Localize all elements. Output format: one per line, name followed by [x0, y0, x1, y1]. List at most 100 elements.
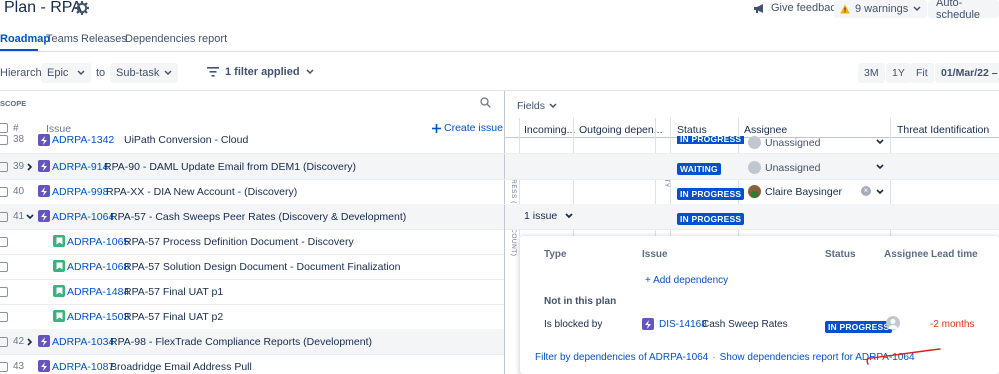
issue-summary: RPA-XX - DIA New Account - (Discovery)	[106, 186, 298, 198]
table-row[interactable]: ADRPA-1068 RPA-57 Solution Design Docume…	[0, 254, 504, 279]
story-icon	[53, 235, 65, 247]
status-cell[interactable]: IN PROGRESS	[677, 186, 745, 200]
table-row[interactable]: 42 ADRPA-1034 RPA-98 - FlexTrade Complia…	[0, 329, 504, 354]
epic-icon	[38, 360, 50, 372]
incoming-dependency-button[interactable]: 1 issue	[524, 210, 573, 222]
hierarchy-from-select[interactable]: Epic	[41, 63, 91, 83]
chevron-down-icon[interactable]	[876, 164, 884, 170]
add-dependency-button[interactable]: + Add dependency	[645, 275, 728, 286]
status-cell[interactable]: IN PROGRESS	[677, 136, 745, 144]
epic-icon	[38, 185, 50, 197]
table-row[interactable]: 43 ADRPA-1087 Broadridge Email Address P…	[0, 354, 504, 374]
chevron-down-icon[interactable]	[26, 214, 34, 220]
search-icon[interactable]	[480, 97, 491, 111]
status-cell[interactable]: IN PROGRESS	[677, 211, 745, 225]
auto-schedule-button[interactable]: Auto-schedule	[928, 0, 999, 21]
column-threat-header[interactable]: Threat Identification	[897, 124, 989, 136]
avatar-icon	[748, 161, 761, 174]
row-checkbox[interactable]	[0, 162, 8, 172]
tabs-divider	[0, 51, 999, 52]
chevron-down-icon	[549, 103, 557, 109]
issue-key-link[interactable]: ADRPA-1065	[67, 236, 129, 248]
table-row[interactable]: 41 ADRPA-1064 RPA-57 - Cash Sweeps Peer …	[0, 204, 504, 229]
row-checkbox[interactable]	[0, 237, 8, 247]
chevron-down-icon	[77, 70, 85, 76]
filter-by-dependencies-link[interactable]: Filter by dependencies of ADRPA-1064	[535, 352, 708, 363]
table-row[interactable]: ADRPA-1503 RPA-57 Final UAT p2	[0, 304, 504, 329]
warnings-button[interactable]: 9 warnings	[834, 0, 928, 18]
column-incoming-header[interactable]: Incoming...	[524, 124, 575, 136]
story-icon	[53, 310, 65, 322]
table-row[interactable]: 39 ADRPA-914 RPA-90 - DAML Update Email …	[0, 154, 504, 179]
issue-key-link[interactable]: ADRPA-914	[52, 161, 108, 173]
issue-key-link[interactable]: ADRPA-1064	[52, 211, 114, 223]
column-status-header[interactable]: Status	[677, 124, 707, 136]
row-checkbox[interactable]	[0, 312, 8, 322]
date-range-button[interactable]: 01/Mar/22 – 3	[935, 63, 999, 83]
give-feedback-button[interactable]: Give feedback	[753, 2, 841, 14]
row-checkbox[interactable]	[0, 212, 8, 222]
chevron-down-icon[interactable]	[876, 189, 884, 195]
fields-button[interactable]: Fields	[517, 100, 557, 112]
issue-summary: RPA-90 - DAML Update Email from DEM1 (Di…	[104, 161, 357, 173]
chevron-down-icon	[913, 6, 921, 12]
field-row-divider	[505, 229, 999, 230]
issue-key-link[interactable]: ADRPA-1503	[67, 311, 129, 323]
tab-teams[interactable]: Teams	[46, 33, 78, 45]
issue-key-link[interactable]: ADRPA-1068	[67, 261, 129, 273]
column-outgoing-header[interactable]: Outgoing depen...	[579, 124, 662, 136]
tab-releases[interactable]: Releases	[81, 33, 127, 45]
to-label: to	[96, 67, 106, 79]
status-cell[interactable]: WAITING	[677, 161, 721, 175]
chevron-down-icon	[306, 69, 314, 75]
issue-key-link[interactable]: ADRPA-1484	[67, 286, 129, 298]
row-checkbox[interactable]	[0, 337, 8, 347]
link-separator: ·	[712, 352, 716, 363]
tab-roadmap[interactable]: Roadmap	[0, 33, 50, 45]
popup-issue-header: Issue	[642, 249, 668, 260]
table-row[interactable]: 40 ADRPA-998 RPA-XX - DIA New Account - …	[0, 179, 504, 204]
filter-button[interactable]: 1 filter applied	[207, 66, 314, 78]
filters-divider	[0, 90, 999, 91]
chevron-down-icon	[565, 213, 573, 219]
issue-key-link[interactable]: ADRPA-1342	[52, 134, 114, 146]
issue-summary: RPA-57 Process Definition Document - Dis…	[124, 236, 354, 248]
column-assignee-header[interactable]: Assignee	[744, 124, 787, 136]
give-feedback-label: Give feedback	[771, 2, 842, 14]
dependency-status: IN PROGRESS	[825, 319, 893, 333]
row-checkbox[interactable]	[0, 187, 8, 197]
story-icon	[53, 260, 65, 272]
hierarchy-to-select[interactable]: Sub-task	[110, 63, 178, 83]
assignee-cell[interactable]: Unassigned	[748, 161, 820, 174]
table-row[interactable]: ADRPA-1484 RPA-57 Final UAT p1	[0, 279, 504, 304]
tab-dependencies-report[interactable]: Dependencies report	[125, 33, 227, 45]
zoom-1y-button[interactable]: 1Y	[886, 63, 911, 83]
dependency-issue-key[interactable]: DIS-14168	[659, 319, 707, 330]
issue-key-link[interactable]: ADRPA-1034	[52, 336, 114, 348]
zoom-fit-button[interactable]: Fit	[910, 63, 934, 83]
row-checkbox[interactable]	[0, 362, 8, 372]
row-checkbox[interactable]	[0, 262, 8, 272]
epic-icon	[38, 210, 50, 222]
epic-icon	[38, 134, 50, 146]
table-row[interactable]: ADRPA-1065 RPA-57 Process Definition Doc…	[0, 229, 504, 254]
chevron-right-icon[interactable]	[27, 338, 33, 346]
scope-label: SCOPE	[0, 99, 27, 108]
chevron-down-icon[interactable]	[876, 139, 884, 145]
issue-key-link[interactable]: ADRPA-1087	[52, 361, 114, 373]
assignee-cell[interactable]: Unassigned	[748, 136, 888, 149]
issue-summary: RPA-57 Final UAT p2	[124, 311, 224, 323]
megaphone-icon	[754, 3, 763, 13]
select-all-checkbox[interactable]	[0, 123, 8, 133]
assignee-cell[interactable]: Claire Baysinger	[748, 185, 842, 198]
chevron-right-icon[interactable]	[27, 163, 33, 171]
clear-icon[interactable]: ×	[861, 186, 871, 196]
table-row[interactable]: 38 ADRPA-1342 UiPath Conversion - Cloud	[0, 133, 504, 147]
row-checkbox[interactable]	[0, 135, 8, 145]
zoom-3m-button[interactable]: 3M	[858, 63, 885, 83]
gear-icon[interactable]	[74, 0, 90, 16]
row-checkbox[interactable]	[0, 287, 8, 297]
issue-key-link[interactable]: ADRPA-998	[52, 186, 108, 198]
chevron-down-icon	[164, 70, 172, 76]
row-number: 39	[13, 161, 25, 172]
